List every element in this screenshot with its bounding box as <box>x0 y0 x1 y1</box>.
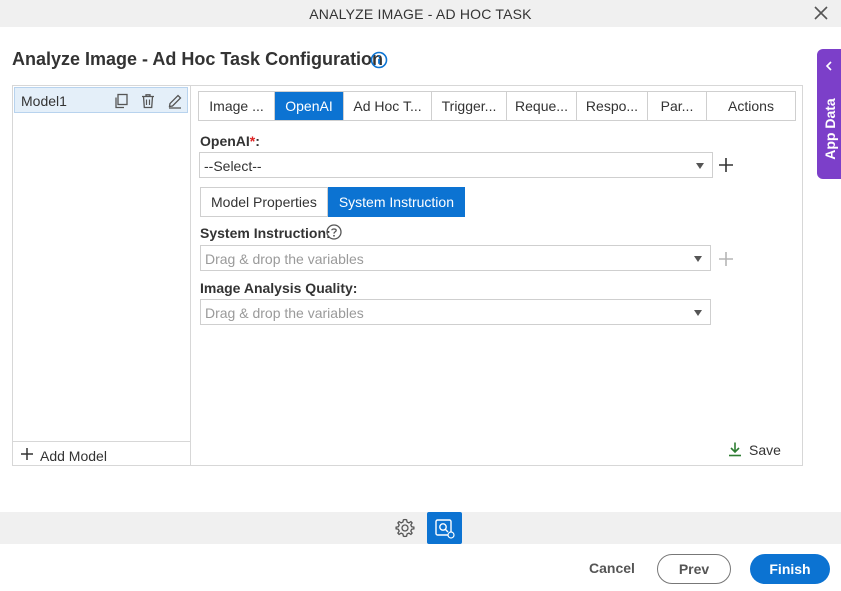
tab-trigger[interactable]: Trigger... <box>432 92 507 120</box>
copy-icon[interactable] <box>113 93 129 109</box>
add-model-button[interactable]: Add Model <box>12 441 190 466</box>
analyze-image-button[interactable] <box>427 512 462 544</box>
caret-down-icon <box>694 256 702 262</box>
image-quality-label: Image Analysis Quality: <box>200 280 358 296</box>
image-quality-placeholder: Drag & drop the variables <box>205 305 364 321</box>
close-icon[interactable] <box>810 2 832 24</box>
model-name: Model1 <box>21 93 67 109</box>
window-title: ANALYZE IMAGE - AD HOC TASK <box>309 6 532 22</box>
model-list-panel: Model1 Add Model <box>12 85 191 466</box>
model-list-item[interactable]: Model1 <box>14 87 188 113</box>
image-quality-field[interactable]: Drag & drop the variables <box>200 299 711 325</box>
subtab-system-instruction[interactable]: System Instruction <box>327 187 465 217</box>
tab-openai[interactable]: OpenAI <box>275 92 344 120</box>
prev-button[interactable]: Prev <box>657 554 731 584</box>
plus-icon[interactable] <box>718 251 734 267</box>
tab-image[interactable]: Image ... <box>199 92 275 120</box>
tab-parameters[interactable]: Par... <box>648 92 707 120</box>
pencil-icon[interactable] <box>167 93 183 109</box>
system-instruction-label: System Instruction: <box>200 225 331 241</box>
openai-label: OpenAI*: <box>200 133 260 149</box>
caret-down-icon <box>694 310 702 316</box>
footer-toolbar <box>0 512 841 544</box>
info-icon[interactable] <box>370 51 388 69</box>
trash-icon[interactable] <box>140 93 156 109</box>
page-title: Analyze Image - Ad Hoc Task Configuratio… <box>12 49 384 69</box>
subtab-model-properties[interactable]: Model Properties <box>200 187 328 217</box>
openai-select-value: --Select-- <box>204 158 262 174</box>
openai-select[interactable]: --Select-- <box>199 152 713 178</box>
window-titlebar: ANALYZE IMAGE - AD HOC TASK <box>0 0 841 27</box>
plus-icon[interactable] <box>718 157 734 173</box>
save-label: Save <box>749 442 781 458</box>
finish-button[interactable]: Finish <box>750 554 830 584</box>
image-scan-icon <box>435 519 455 539</box>
system-instruction-field[interactable]: Drag & drop the variables <box>200 245 711 271</box>
tab-request[interactable]: Reque... <box>507 92 577 120</box>
system-instruction-placeholder: Drag & drop the variables <box>205 251 364 267</box>
caret-down-icon <box>696 163 704 169</box>
chevron-left-icon <box>825 61 832 71</box>
config-tabs: Image ... OpenAI Ad Hoc T... Trigger... … <box>198 91 796 121</box>
cancel-button[interactable]: Cancel <box>589 560 635 576</box>
download-icon <box>729 442 741 457</box>
help-icon[interactable] <box>326 224 342 240</box>
openai-subtabs: Model Properties System Instruction <box>200 187 465 217</box>
app-data-label: App Data <box>822 98 838 160</box>
add-model-label: Add Model <box>40 448 107 464</box>
gear-icon[interactable] <box>394 517 416 539</box>
plus-icon <box>21 448 33 460</box>
tab-actions[interactable]: Actions <box>707 92 795 120</box>
app-data-tab[interactable]: App Data <box>817 49 841 179</box>
tab-ad-hoc-task[interactable]: Ad Hoc T... <box>344 92 432 120</box>
tab-response[interactable]: Respo... <box>577 92 648 120</box>
